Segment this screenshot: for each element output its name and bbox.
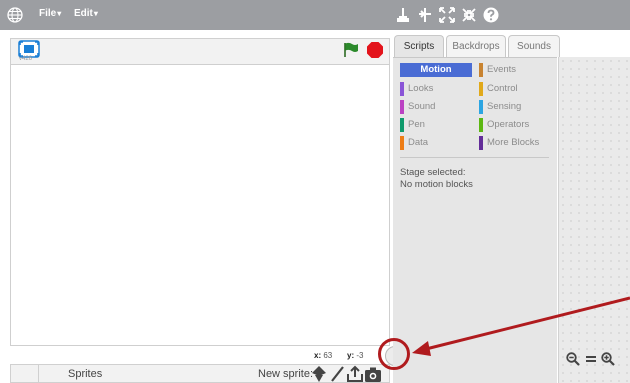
duplicate-icon[interactable] (394, 6, 412, 24)
zoom-reset-icon[interactable] (584, 352, 598, 366)
stop-sign-icon[interactable] (366, 41, 384, 59)
category-events[interactable]: Events (479, 63, 551, 77)
green-flag-icon[interactable] (342, 41, 360, 59)
new-sprite-label: New sprite: (258, 368, 314, 380)
stage-selected-text: Stage selected: (400, 167, 466, 178)
category-operators-label: Operators (487, 119, 530, 130)
language-globe-icon[interactable] (5, 5, 25, 25)
category-more-blocks[interactable]: More Blocks (479, 136, 551, 150)
delete-icon[interactable] (416, 6, 434, 24)
category-operators-swatch (479, 118, 483, 132)
category-operators[interactable]: Operators (479, 118, 551, 132)
menu-bar: File▾ Edit▾ (0, 0, 630, 30)
category-motion-label: Motion (420, 64, 452, 75)
category-pen-swatch (400, 118, 404, 132)
upload-sprite-icon[interactable] (346, 365, 364, 383)
category-events-label: Events (487, 64, 517, 75)
tab-sounds-label: Sounds (517, 41, 551, 52)
edit-menu-caret: ▾ (93, 9, 98, 18)
stage-canvas[interactable] (10, 64, 390, 346)
tab-sounds[interactable]: Sounds (508, 35, 560, 57)
zoom-out-icon[interactable] (566, 352, 580, 366)
category-data-label: Data (408, 137, 429, 148)
category-control[interactable]: Control (479, 82, 551, 96)
category-sensing-label: Sensing (487, 101, 522, 112)
category-more-blocks-swatch (479, 136, 483, 150)
edit-menu-label: Edit (74, 8, 93, 19)
tab-scripts[interactable]: Scripts (394, 35, 444, 57)
category-looks[interactable]: Looks (400, 82, 472, 96)
help-icon[interactable] (482, 6, 500, 24)
category-control-label: Control (487, 83, 518, 94)
no-motion-blocks-text: No motion blocks (400, 179, 473, 190)
sprites-title: Sprites (68, 368, 103, 380)
scripts-area[interactable] (558, 57, 630, 383)
file-menu[interactable]: File▾ (39, 8, 61, 19)
category-motion[interactable]: Motion (400, 63, 472, 77)
category-events-swatch (479, 63, 483, 77)
category-looks-label: Looks (408, 83, 434, 94)
category-looks-swatch (400, 82, 404, 96)
category-sound-label: Sound (408, 101, 436, 112)
paint-new-sprite-icon[interactable] (328, 365, 346, 383)
category-more-blocks-label: More Blocks (487, 137, 540, 148)
tab-scripts-label: Scripts (403, 41, 435, 52)
shrink-icon[interactable] (460, 6, 478, 24)
category-data[interactable]: Data (400, 136, 472, 150)
stage-header (10, 38, 390, 64)
category-sensing-swatch (479, 100, 483, 114)
tab-backdrops[interactable]: Backdrops (446, 35, 506, 57)
file-menu-label: File (39, 8, 57, 19)
mouse-x-readout: x: 63 (314, 351, 332, 360)
edit-menu[interactable]: Edit▾ (74, 8, 98, 19)
annotation-highlight-circle (378, 338, 410, 370)
category-sensing[interactable]: Sensing (479, 100, 551, 114)
mouse-y-label: y: (347, 351, 355, 360)
category-pen-label: Pen (408, 119, 425, 130)
file-menu-caret: ▾ (57, 9, 62, 18)
category-pen[interactable]: Pen (400, 118, 472, 132)
mouse-x-label: x: (314, 351, 322, 360)
tab-backdrops-label: Backdrops (452, 41, 500, 52)
version-label: v426 (19, 56, 33, 62)
choose-sprite-from-library-icon[interactable] (310, 365, 328, 383)
category-data-swatch (400, 136, 404, 150)
sprite-bar-divider (38, 364, 39, 383)
zoom-in-icon[interactable] (601, 352, 615, 366)
grow-icon[interactable] (438, 6, 456, 24)
category-sound-swatch (400, 100, 404, 114)
category-control-swatch (479, 82, 483, 96)
mouse-x-value: 63 (323, 351, 333, 360)
palette-divider (400, 157, 549, 158)
mouse-y-value: -3 (356, 351, 364, 360)
mouse-y-readout: y: -3 (347, 351, 363, 360)
category-sound[interactable]: Sound (400, 100, 472, 114)
camera-icon[interactable] (364, 365, 382, 383)
